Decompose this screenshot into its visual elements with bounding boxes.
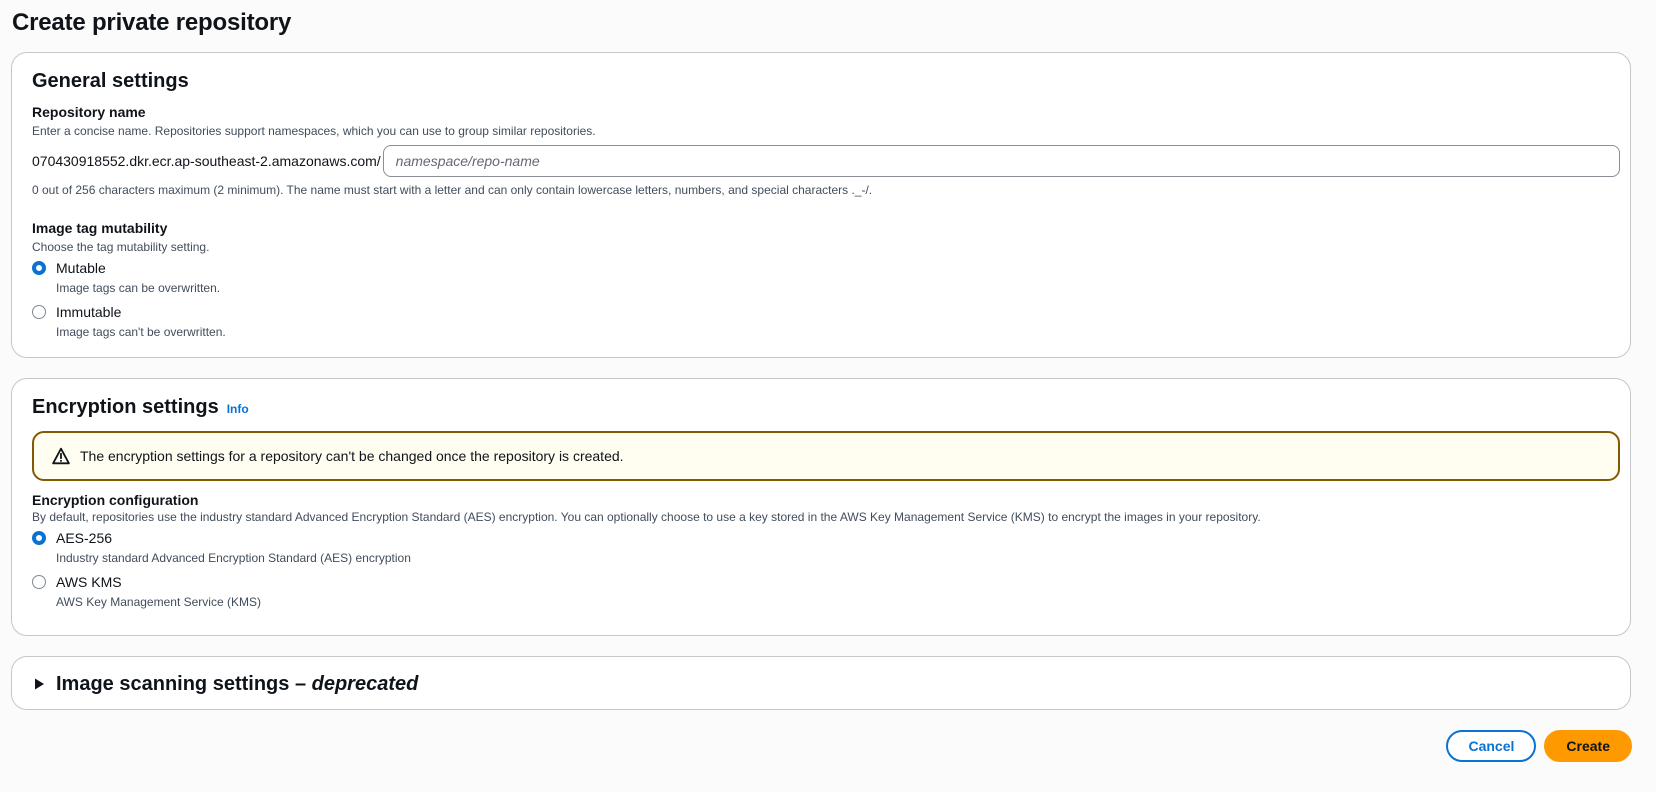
aes256-label: AES-256 xyxy=(56,530,113,546)
aes256-radio-option[interactable]: AES-256 Industry standard Advanced Encry… xyxy=(32,529,411,566)
immutable-radio[interactable] xyxy=(32,305,46,319)
form-actions: Cancel Create xyxy=(1446,730,1632,762)
page-title: Create private repository xyxy=(12,9,292,36)
mutable-description: Image tags can be overwritten. xyxy=(56,281,221,295)
immutable-description: Image tags can't be overwritten. xyxy=(56,325,226,339)
repository-name-description: Enter a concise name. Repositories suppo… xyxy=(32,124,596,138)
image-scanning-deprecated: deprecated xyxy=(311,673,419,695)
encryption-config-description: By default, repositories use the industr… xyxy=(32,510,1261,524)
image-scanning-title: Image scanning settings – deprecated xyxy=(56,670,418,698)
encryption-settings-panel: Encryption settings Info The encryption … xyxy=(11,378,1631,636)
mutable-radio[interactable] xyxy=(32,261,46,275)
create-button[interactable]: Create xyxy=(1544,730,1632,762)
tag-mutability-label: Image tag mutability xyxy=(32,220,168,236)
encryption-settings-heading: Encryption settings xyxy=(32,396,219,418)
image-scanning-title-main: Image scanning settings – xyxy=(56,673,312,695)
encryption-warning-alert: The encryption settings for a repository… xyxy=(32,431,1620,481)
immutable-radio-option[interactable]: Immutable Image tags can't be overwritte… xyxy=(32,303,226,340)
encryption-info-link[interactable]: Info xyxy=(227,395,249,423)
create-repository-page: Create private repository General settin… xyxy=(0,0,1656,792)
image-scanning-panel: Image scanning settings – deprecated xyxy=(11,656,1631,710)
general-settings-panel: General settings Repository name Enter a… xyxy=(11,52,1631,358)
image-scanning-expand-toggle[interactable]: Image scanning settings – deprecated xyxy=(32,670,418,698)
aws-kms-radio-option[interactable]: AWS KMS AWS Key Management Service (KMS) xyxy=(32,573,261,610)
mutable-radio-option[interactable]: Mutable Image tags can be overwritten. xyxy=(32,259,220,296)
warning-icon xyxy=(52,447,70,465)
aws-kms-description: AWS Key Management Service (KMS) xyxy=(56,595,261,609)
immutable-label: Immutable xyxy=(56,304,122,320)
aws-kms-radio[interactable] xyxy=(32,575,46,589)
repository-name-row: 070430918552.dkr.ecr.ap-southeast-2.amaz… xyxy=(32,145,1620,177)
aes256-radio[interactable] xyxy=(32,531,46,545)
aes256-description: Industry standard Advanced Encryption St… xyxy=(56,551,411,565)
tag-mutability-description: Choose the tag mutability setting. xyxy=(32,240,210,254)
general-settings-heading: General settings xyxy=(32,70,189,92)
aws-kms-label: AWS KMS xyxy=(56,574,122,590)
caret-right-icon xyxy=(35,678,44,690)
repository-name-input[interactable] xyxy=(382,145,1620,177)
encryption-warning-text: The encryption settings for a repository… xyxy=(80,448,624,464)
repository-name-label: Repository name xyxy=(32,104,146,120)
mutable-label: Mutable xyxy=(56,260,106,276)
encryption-config-label: Encryption configuration xyxy=(32,492,199,508)
repository-uri-prefix: 070430918552.dkr.ecr.ap-southeast-2.amaz… xyxy=(32,153,381,169)
encryption-settings-heading-row: Encryption settings Info xyxy=(32,393,249,423)
cancel-button[interactable]: Cancel xyxy=(1446,730,1537,762)
repository-name-constraint: 0 out of 256 characters maximum (2 minim… xyxy=(32,183,873,197)
